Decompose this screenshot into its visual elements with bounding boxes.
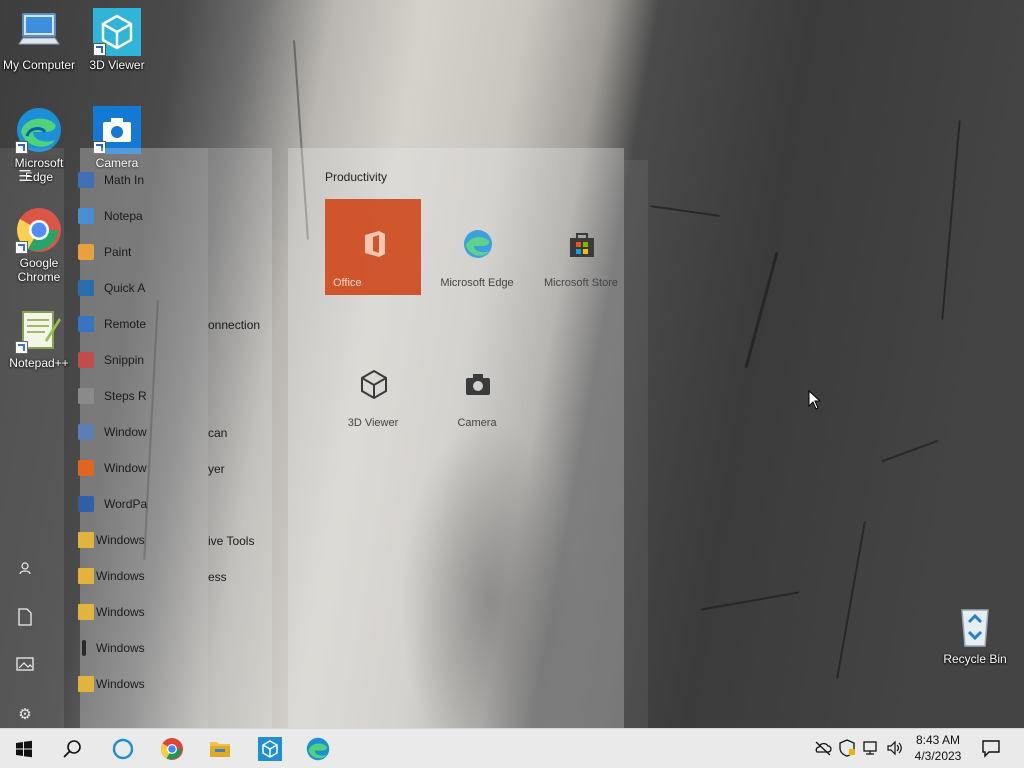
folder-windows-powershell[interactable]: Windows	[78, 600, 274, 624]
app-item-snipping-tool[interactable]: Snippin	[78, 348, 274, 372]
cube-icon	[258, 737, 282, 761]
action-center-button[interactable]	[968, 729, 1014, 768]
taskbar-chrome[interactable]	[148, 729, 196, 768]
documents-icon[interactable]	[14, 608, 36, 630]
desktop-icon-3d-viewer[interactable]: 3D Viewer	[78, 8, 156, 72]
quick-assist-icon	[78, 280, 94, 296]
paint-icon	[78, 244, 94, 260]
folder-icon	[78, 604, 94, 620]
camera-icon	[466, 374, 490, 395]
taskbar-edge[interactable]	[294, 729, 342, 768]
windows-security-icon	[82, 640, 86, 656]
notifications-icon	[982, 740, 1000, 758]
tile-microsoft-edge[interactable]: Microsoft Edge	[429, 199, 525, 295]
notepad-icon	[78, 208, 94, 224]
folder-icon	[78, 568, 94, 584]
steps-recorder-icon	[78, 388, 94, 404]
app-label-overflow: ess	[208, 570, 227, 584]
computer-icon	[15, 8, 63, 56]
snipping-tool-icon	[78, 352, 94, 368]
app-item-windows-fax[interactable]: Window	[78, 420, 274, 444]
app-item-quick-assist[interactable]: Quick A	[78, 276, 274, 300]
cube-icon	[93, 8, 141, 56]
taskbar: 8:43 AM 4/3/2023	[0, 728, 1024, 768]
camera-icon	[93, 106, 141, 154]
app-item-paint[interactable]: Paint	[78, 240, 274, 264]
volume-icon[interactable]	[886, 739, 904, 757]
cortana-button[interactable]	[99, 729, 147, 768]
windows-logo-icon	[16, 740, 32, 758]
folder-windows-ease-of-access[interactable]: Windows	[78, 564, 274, 588]
desktop-icon-recycle-bin[interactable]: Recycle Bin	[936, 602, 1014, 666]
windows-fax-icon	[78, 424, 94, 440]
edge-icon	[306, 737, 330, 761]
chrome-icon	[161, 738, 183, 760]
search-icon	[63, 740, 81, 758]
folder-windows-system[interactable]: Windows	[78, 672, 274, 696]
shortcut-arrow-icon	[93, 43, 106, 56]
app-label-overflow: can	[208, 426, 228, 440]
start-menu-rail: ☰ ⚙	[0, 148, 64, 728]
app-label-overflow: ive Tools	[208, 534, 255, 548]
desktop-icon-my-computer[interactable]: My Computer	[0, 8, 78, 72]
search-button[interactable]	[48, 729, 96, 768]
edge-icon	[464, 230, 492, 258]
tile-group-title: Productivity	[325, 170, 388, 184]
hamburger-icon[interactable]: ☰	[14, 166, 36, 188]
tile-office[interactable]: Office	[325, 199, 421, 295]
math-input-icon	[78, 172, 94, 188]
folder-windows-security[interactable]: Windows	[78, 636, 274, 660]
tile-3d-viewer[interactable]: 3D Viewer	[325, 339, 421, 435]
taskbar-clock[interactable]: 8:43 AM 4/3/2023	[908, 732, 968, 764]
recycle-bin-icon	[951, 602, 999, 650]
onedrive-offline-icon[interactable]	[814, 739, 832, 757]
app-item-steps-recorder[interactable]: Steps R	[78, 384, 274, 408]
clock-date: 4/3/2023	[914, 749, 962, 763]
start-tiles-panel: Productivity Office Microsoft Edge Micro…	[288, 148, 624, 728]
desktop-icon-label: 3D Viewer	[89, 58, 145, 72]
desktop-icon-label: My Computer	[2, 58, 76, 72]
edge-icon	[15, 106, 63, 154]
folder-icon	[210, 742, 230, 757]
windows-security-shield-icon[interactable]	[838, 739, 856, 757]
desktop-icon-label: Recycle Bin	[943, 652, 1007, 666]
taskbar-3d-viewer[interactable]	[246, 729, 294, 768]
office-icon	[365, 231, 385, 257]
pictures-icon[interactable]	[14, 656, 36, 678]
folder-icon	[78, 676, 94, 692]
mouse-pointer-icon	[808, 390, 822, 410]
app-item-windows-media-player[interactable]: Window	[78, 456, 274, 480]
app-item-math-input[interactable]: Math In	[78, 168, 274, 192]
taskbar-file-explorer[interactable]	[196, 729, 244, 768]
user-icon[interactable]	[14, 560, 36, 582]
store-icon	[570, 233, 594, 257]
network-icon[interactable]	[862, 739, 880, 757]
app-label-overflow: onnection	[208, 318, 261, 332]
cube-icon	[361, 369, 387, 399]
start-app-list: Math In Notepa Paint Quick A Remote Snip…	[64, 148, 272, 728]
wordpad-icon	[78, 496, 94, 512]
clock-time: 8:43 AM	[915, 733, 961, 747]
app-label-overflow: yer	[208, 462, 225, 476]
tile-microsoft-store[interactable]: Microsoft Store	[533, 199, 629, 295]
start-button[interactable]	[0, 729, 48, 768]
remote-desktop-icon	[78, 316, 94, 332]
tile-camera[interactable]: Camera	[429, 339, 525, 435]
windows-media-player-icon	[78, 460, 94, 476]
app-item-wordpad[interactable]: WordPa	[78, 492, 274, 516]
cortana-icon	[112, 738, 134, 760]
app-item-notepad[interactable]: Notepa	[78, 204, 274, 228]
settings-gear-icon[interactable]: ⚙	[14, 704, 36, 726]
folder-icon	[78, 532, 94, 548]
